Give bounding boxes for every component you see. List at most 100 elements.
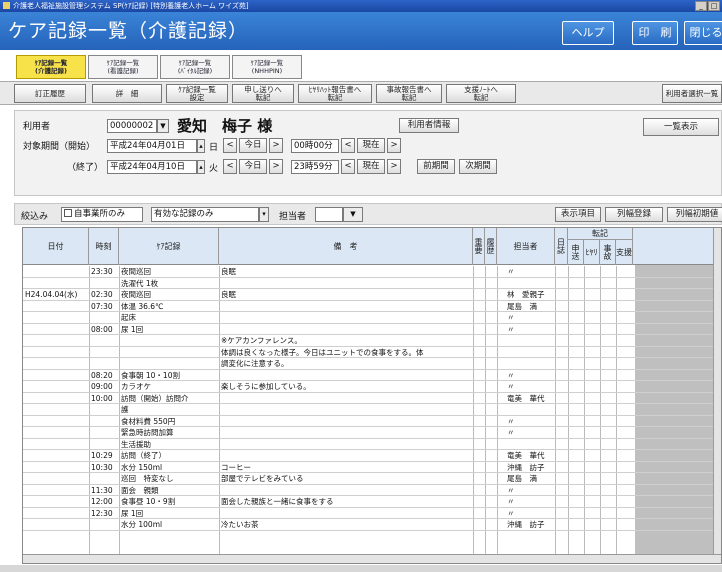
col-time[interactable]: 時刻 [89, 228, 119, 265]
page-title: ケア記録一覧（介護記録） [8, 20, 249, 42]
table-row[interactable]: 10:00 訪問（開始）訪問介 竜美 華代 [23, 393, 715, 404]
end-weekday: 火 [209, 164, 219, 174]
col-date[interactable]: 日付 [23, 228, 89, 265]
end-time-field[interactable]: 23時59分 [291, 160, 339, 174]
record-filter-dropdown-icon[interactable]: ▾ [259, 207, 269, 222]
table-row[interactable]: ※ケアカンファレンス。 [23, 335, 715, 347]
close-button[interactable]: 閉じる [684, 21, 722, 45]
table-row[interactable]: 12:30 尿 1回 〃 [23, 508, 715, 519]
col-support[interactable]: 支援 [616, 240, 633, 265]
list-display-button[interactable]: 一覧表示 [643, 118, 719, 136]
col-handover[interactable]: 申送 [568, 240, 584, 265]
start-time-prev-button[interactable]: < [341, 138, 355, 153]
start-today-button[interactable]: 今日 [239, 138, 267, 153]
table-row[interactable]: 護 [23, 404, 715, 416]
user-label: 利用者 [23, 122, 51, 132]
col-history[interactable]: 履歴 [485, 228, 497, 265]
next-period-button[interactable]: 次期間 [459, 159, 497, 174]
hiyari-report-button[interactable]: ﾋﾔﾘﾊｯﾄ報告書へ 転記 [298, 84, 372, 103]
start-now-button[interactable]: 現在 [357, 138, 385, 153]
col-note[interactable]: 備 考 [219, 228, 473, 265]
end-prev-button[interactable]: < [223, 159, 237, 174]
horizontal-scrollbar[interactable] [23, 554, 721, 563]
end-time-next-button[interactable]: > [387, 159, 401, 174]
table-row[interactable]: 10:29 訪問（終了） 竜美 華代 [23, 450, 715, 462]
column-width-register-button[interactable]: 列幅登録 [605, 207, 663, 222]
handover-transfer-button[interactable]: 申し送りへ 転記 [232, 84, 294, 103]
cell-note: 部屋でテレビをみている [221, 474, 304, 483]
table-row[interactable]: 09:00 カラオケ 楽しそうに参加している。 〃 [23, 381, 715, 393]
end-next-button[interactable]: > [269, 159, 283, 174]
own-office-only-checkbox[interactable]: 自事業所のみ [61, 207, 143, 222]
staff-select[interactable] [315, 207, 343, 222]
table-row[interactable]: 10:30 水分 150ml コーヒー 沖縄 訪子 [23, 462, 715, 473]
minimize-button[interactable]: _ [695, 1, 707, 11]
support-note-button[interactable]: 支援ﾉｰﾄへ 転記 [446, 84, 516, 103]
print-button[interactable]: 印 刷 [632, 21, 678, 45]
narrow-label: 絞込み [21, 212, 49, 222]
start-date-field[interactable]: 平成24年04月01日 [107, 139, 197, 153]
maximize-button[interactable]: □ [708, 1, 720, 11]
table-row[interactable]: 体調は良くなった様子。今日はユニットでの食事をする。体 [23, 347, 715, 358]
col-staff[interactable]: 担当者 [497, 228, 555, 265]
prev-period-button[interactable]: 前期間 [417, 159, 455, 174]
table-row[interactable]: 起床 〃 [23, 312, 715, 324]
cell-note: 冷たいお茶 [221, 520, 259, 529]
vertical-scrollbar[interactable] [713, 228, 721, 563]
table-row[interactable]: 07:30 体温 36.6℃ 尾島 満 [23, 301, 715, 312]
table-row[interactable]: 11:30 面会 親類 〃 [23, 485, 715, 496]
cell-staff: 〃 [507, 267, 515, 276]
cell-staff: 尾島 満 [507, 474, 537, 483]
col-care[interactable]: ｹｱ記録 [119, 228, 219, 265]
record-filter-select[interactable]: 有効な記録のみ [151, 207, 259, 222]
correction-history-button[interactable]: 訂正履歴 [14, 84, 86, 103]
table-row[interactable]: 水分 100ml 冷たいお茶 沖縄 訪子 [23, 519, 715, 531]
table-row[interactable]: 食材料費 550円 〃 [23, 416, 715, 427]
cell-care: 尿 1回 [121, 324, 144, 334]
tab-vital-record[interactable]: ｹｱ記録一覧 (ﾊﾞｲﾀﾙ記録) [160, 55, 230, 79]
checkbox-box[interactable] [64, 209, 72, 217]
table-row[interactable]: 巡回 特変なし 部屋でテレビをみている 尾島 満 [23, 473, 715, 485]
start-time-next-button[interactable]: > [387, 138, 401, 153]
detail-button[interactable]: 詳 細 [92, 84, 162, 103]
cell-staff: 〃 [507, 416, 515, 426]
col-diary[interactable]: 日誌 [555, 228, 568, 265]
tab-nhhpin-record[interactable]: ｹｱ記録一覧 (NHHPIN) [232, 55, 302, 79]
cell-care: 訪問（開始）訪問介 [121, 393, 189, 403]
end-now-button[interactable]: 現在 [357, 159, 385, 174]
table-row[interactable]: 生活援助 [23, 439, 715, 450]
table-row[interactable]: 洗濯代 1枚 [23, 278, 715, 289]
col-hiyari[interactable]: ﾋﾔﾘ [584, 240, 600, 265]
end-today-button[interactable]: 今日 [239, 159, 267, 174]
start-time-field[interactable]: 00時00分 [291, 139, 339, 153]
table-row[interactable]: 08:20 食事朝 10・10割 〃 [23, 370, 715, 381]
staff-dropdown-icon[interactable]: ▼ [343, 207, 363, 222]
tab-care-record[interactable]: ｹｱ記録一覧 (介護記録) [16, 55, 86, 79]
end-date-spin-icon[interactable]: ▴ [197, 160, 205, 174]
start-next-button[interactable]: > [269, 138, 283, 153]
cell-care: 水分 150ml [121, 462, 163, 472]
column-width-init-button[interactable]: 列幅初期値 [667, 207, 722, 222]
table-row[interactable]: H24.04.04(水) 02:30 夜間巡回 良眠 林 愛親子 [23, 289, 715, 301]
start-prev-button[interactable]: < [223, 138, 237, 153]
col-accident[interactable]: 事故 [600, 240, 616, 265]
table-row[interactable]: 調変化に注意する。 [23, 358, 715, 370]
accident-report-button[interactable]: 事故報告書へ 転記 [376, 84, 442, 103]
user-id-field[interactable]: 00000002 [107, 119, 157, 133]
user-info-button[interactable]: 利用者情報 [399, 118, 459, 133]
table-row[interactable]: 緊急時訪問加算 〃 [23, 427, 715, 439]
list-settings-button[interactable]: ｹｱ記録一覧 設定 [166, 84, 228, 103]
start-weekday: 日 [209, 143, 219, 153]
tab-nursing-record[interactable]: ｹｱ記録一覧 (看護記録) [88, 55, 158, 79]
table-row[interactable]: 23:30 夜間巡回 良眠 〃 [23, 266, 715, 278]
end-time-prev-button[interactable]: < [341, 159, 355, 174]
table-row[interactable]: 08:00 尿 1回 〃 [23, 324, 715, 335]
end-date-field[interactable]: 平成24年04月10日 [107, 160, 197, 174]
table-row[interactable]: 12:00 食事昼 10・9割 面会した親族と一緒に食事をする 〃 [23, 496, 715, 508]
help-button[interactable]: ヘルプ [562, 21, 614, 45]
start-date-spin-icon[interactable]: ▴ [197, 139, 205, 153]
user-dropdown-icon[interactable]: ▼ [157, 119, 169, 133]
display-items-button[interactable]: 表示項目 [555, 207, 601, 222]
user-select-list-button[interactable]: 利用者選択一覧 [662, 84, 722, 103]
col-important[interactable]: 重要 [473, 228, 485, 265]
